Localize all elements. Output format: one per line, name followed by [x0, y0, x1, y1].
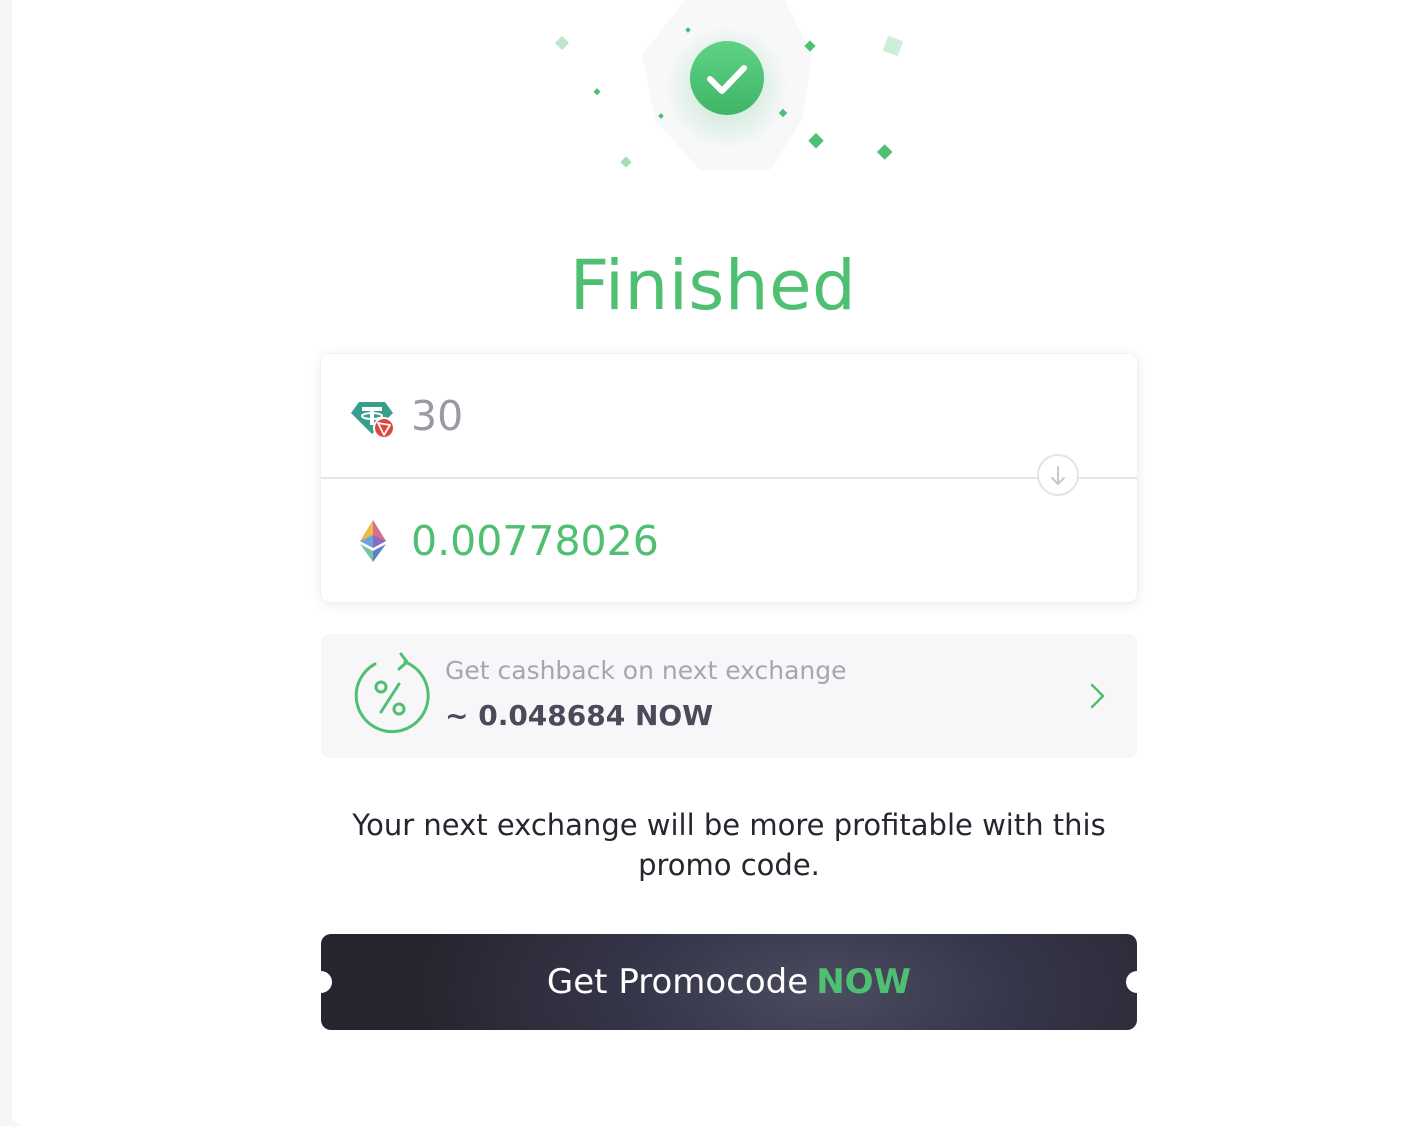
- chevron-right-icon[interactable]: [1085, 682, 1109, 710]
- receive-amount-value: 0.00778026: [411, 517, 659, 565]
- cashback-percent-icon: [349, 652, 433, 738]
- cashback-amount: ~ 0.048684 NOW: [445, 699, 714, 732]
- promo-description: Your next exchange will be more profitab…: [352, 808, 1106, 882]
- success-graphic: [540, 0, 920, 190]
- exchange-amounts-card: 30 0.00778026: [321, 354, 1137, 602]
- cashback-caption: Get cashback on next exchange: [445, 656, 847, 685]
- receive-amount-row: 0.00778026: [321, 479, 1137, 602]
- check-circle-icon: [690, 41, 764, 115]
- send-amount-value: 30: [411, 392, 464, 440]
- promo-button-accent: NOW: [816, 962, 912, 1002]
- send-amount-row: 30: [321, 354, 1137, 477]
- promo-button-text: Get Promocode: [546, 962, 809, 1002]
- promo-button-label: Get Promocode NOW: [321, 958, 1137, 1006]
- get-promocode-button[interactable]: Get Promocode NOW: [310, 934, 1148, 1030]
- usdt-trc20-icon: [351, 396, 395, 440]
- cashback-banner[interactable]: Get cashback on next exchange ~ 0.048684…: [321, 634, 1137, 758]
- status-title: Finished: [569, 246, 857, 326]
- ethereum-icon: [351, 519, 395, 563]
